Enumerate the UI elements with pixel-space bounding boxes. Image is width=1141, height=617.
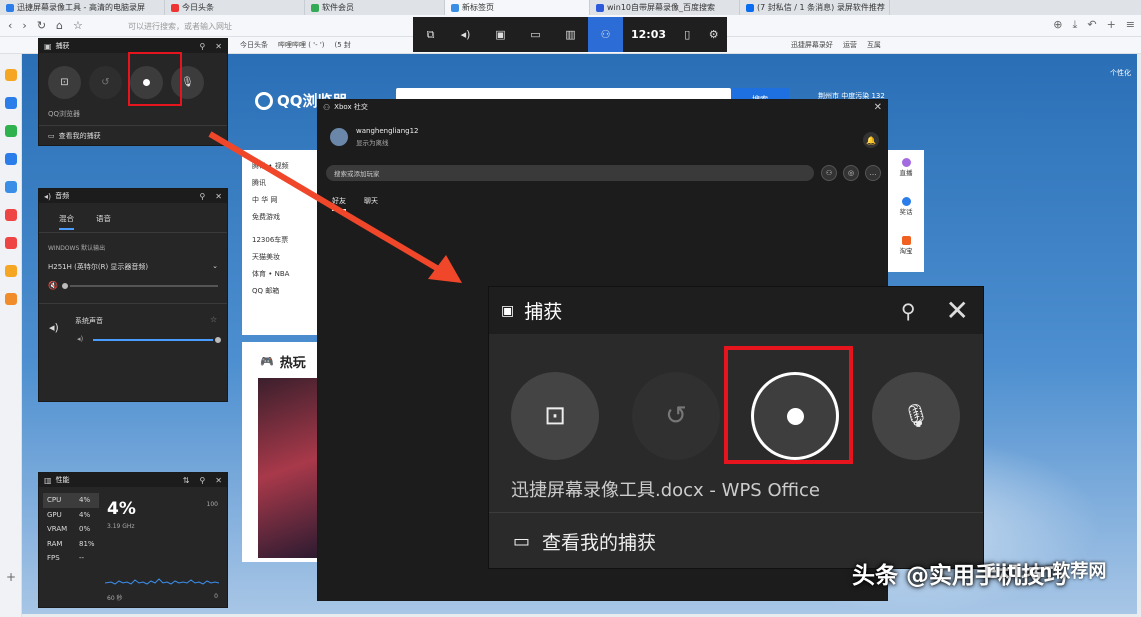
- capture-widget-zoomed-header: ▣ 捕获 ⚲ ✕: [489, 287, 983, 334]
- camera-icon: ⊡: [544, 401, 566, 431]
- record-last-button[interactable]: ↺: [632, 372, 720, 460]
- history-icon: ↺: [665, 401, 687, 431]
- capture-app-name: 迅捷屏幕录像工具.docx - WPS Office: [511, 480, 820, 501]
- mic-toggle-button[interactable]: 🎙: [872, 372, 960, 460]
- arrow-shaft: [208, 131, 442, 273]
- capture-icon: ▣: [501, 302, 515, 319]
- highlight-box-big: [724, 346, 853, 464]
- mic-off-icon: 🎙: [902, 403, 930, 429]
- screenshot-button[interactable]: ⊡: [511, 372, 599, 460]
- pin-icon[interactable]: ⚲: [901, 299, 916, 323]
- watermark-site: riiti.cn软荐网: [986, 561, 1107, 582]
- close-icon[interactable]: ✕: [946, 294, 969, 327]
- gallery-icon: ▭: [513, 531, 531, 552]
- capture-widget-zoomed: ▣ 捕获 ⚲ ✕ ⊡ ↺ 🎙 迅捷屏幕录像工具.docx - WPS Offic…: [488, 286, 984, 569]
